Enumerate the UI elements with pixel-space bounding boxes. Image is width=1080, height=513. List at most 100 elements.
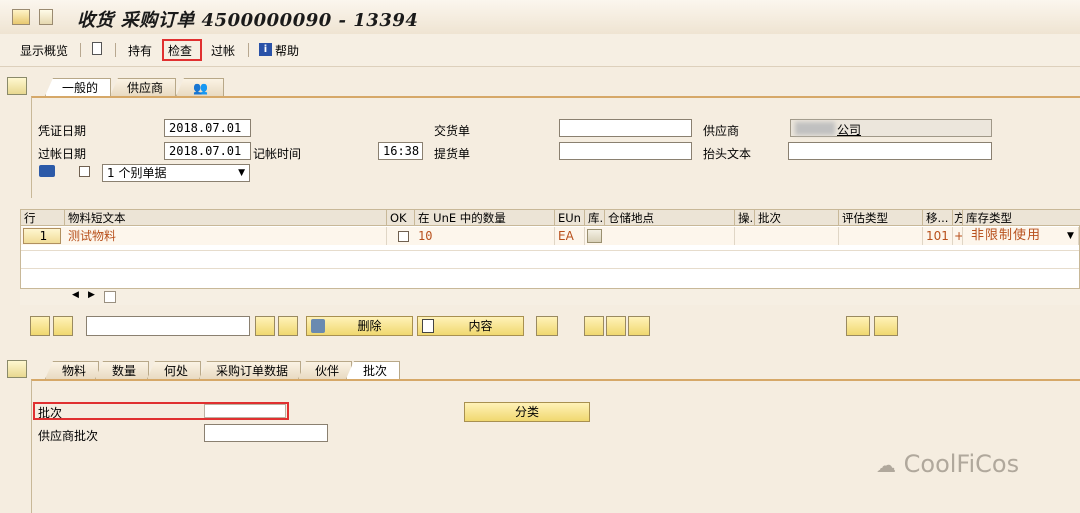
scroll-right-icon[interactable]: ▶ — [88, 290, 95, 300]
bill-of-lading-field[interactable] — [559, 142, 692, 160]
batch-label: 批次 — [38, 406, 63, 420]
scroll-left-icon[interactable]: ◀ — [72, 290, 79, 300]
item-search-input[interactable] — [86, 316, 250, 336]
distribute-icon[interactable] — [628, 316, 650, 336]
redacted-mask — [795, 122, 835, 135]
tab-batch[interactable]: 批次 — [346, 361, 401, 379]
ok-checkbox[interactable] — [398, 231, 409, 242]
help-button[interactable]: 帮助 — [275, 42, 299, 59]
horizontal-scrollbar[interactable]: ◀ ▶ — [20, 289, 1080, 305]
deselect-all-icon[interactable] — [53, 316, 73, 336]
sign-cell: + — [953, 227, 963, 245]
tab-po-data[interactable]: 采购订单数据 — [199, 361, 302, 379]
stock-type-cell[interactable]: 非限制使用 — [963, 227, 1079, 245]
content-button[interactable]: 内容 — [417, 316, 524, 336]
stock-overview-icon[interactable] — [846, 316, 870, 336]
content-label: 内容 — [468, 319, 493, 333]
header-text-field[interactable] — [788, 142, 992, 160]
record-time-field[interactable]: 16:38 — [378, 142, 423, 160]
trash-icon — [311, 319, 325, 333]
header-toggle-icon[interactable] — [7, 77, 27, 95]
tab-vendor[interactable]: 供应商 — [110, 78, 177, 96]
title-bar: 收货 采购订单 4500000090 - 13394 — [0, 0, 1080, 35]
watermark: ☁ CoolFiCos — [876, 450, 1019, 478]
column-header[interactable]: 仓储地点 — [605, 210, 735, 226]
table-row[interactable]: 1 测试物料 10 EA 101 + 非限制使用 ▼ — [21, 227, 1079, 245]
batch-cell[interactable] — [755, 227, 839, 245]
column-header[interactable]: 评估类型 — [839, 210, 923, 226]
storage-icon[interactable] — [587, 229, 602, 243]
details-icon[interactable] — [584, 316, 604, 336]
row-selector[interactable]: 1 — [23, 228, 61, 244]
tab-partner[interactable]: 伙伴 — [298, 361, 353, 379]
post-date-label: 过帐日期 — [38, 147, 87, 161]
select-all-icon[interactable] — [30, 316, 50, 336]
show-overview-button[interactable]: 显示概览 — [20, 42, 68, 59]
copy-icon[interactable] — [606, 316, 626, 336]
new-document-icon[interactable] — [92, 42, 102, 55]
column-header[interactable]: 物料短文本 — [65, 210, 387, 226]
watermark-text: CoolFiCos — [903, 450, 1020, 478]
column-header[interactable]: 操. — [735, 210, 755, 226]
tab-general[interactable]: 一般的 — [45, 78, 112, 96]
toolbar-separator — [80, 43, 81, 57]
doc-date-field[interactable]: 2018.07.01 — [164, 119, 251, 137]
delete-label: 删除 — [357, 319, 382, 333]
hold-button[interactable]: 持有 — [128, 42, 152, 59]
record-time-label: 记帐时间 — [253, 147, 302, 161]
vendor-label: 供应商 — [703, 124, 740, 138]
find-icon[interactable] — [255, 316, 275, 336]
row-divider — [21, 250, 1079, 251]
scroll-thumb[interactable] — [104, 291, 116, 303]
vendor-batch-label: 供应商批次 — [38, 429, 99, 443]
column-header[interactable]: 移... — [923, 210, 953, 226]
material-cell[interactable]: 测试物料 — [65, 227, 387, 245]
check-button[interactable]: 检查 — [168, 42, 192, 59]
batch-where-used-icon[interactable] — [874, 316, 898, 336]
post-date-field[interactable]: 2018.07.01 — [164, 142, 251, 160]
post-button[interactable]: 过帐 — [211, 42, 235, 59]
tab-partners[interactable]: 👥 — [176, 78, 224, 96]
column-header[interactable]: 批次 — [755, 210, 839, 226]
slip-select[interactable]: 1 个别单据 ▼ — [102, 164, 250, 182]
expand-icon[interactable] — [536, 316, 558, 336]
valuation-type-cell[interactable] — [839, 227, 923, 245]
storage-location-cell[interactable] — [605, 227, 735, 245]
chevron-down-icon[interactable]: ▼ — [1067, 231, 1074, 241]
bill-of-lading-label: 提货单 — [434, 147, 471, 161]
vendor-batch-field[interactable] — [204, 424, 328, 442]
classify-button[interactable]: 分类 — [464, 402, 590, 422]
column-header[interactable]: 库. — [585, 210, 605, 226]
window-menu-icon[interactable] — [39, 9, 53, 25]
column-header[interactable]: 库存类型 — [963, 210, 1080, 226]
info-icon[interactable]: i — [259, 43, 272, 56]
print-checkbox[interactable] — [79, 166, 90, 177]
column-header[interactable]: OK — [387, 210, 415, 226]
column-header[interactable]: 行 — [21, 210, 65, 226]
quantity-cell[interactable]: 10 — [415, 227, 555, 245]
row-divider — [21, 268, 1079, 269]
column-header[interactable]: EUn — [555, 210, 585, 226]
movement-type-cell[interactable]: 101 — [923, 227, 953, 245]
column-header[interactable]: 在 UnE 中的数量 — [415, 210, 555, 226]
tab-material[interactable]: 物料 — [45, 361, 100, 379]
delete-button[interactable]: 删除 — [306, 316, 413, 336]
slip-select-value: 1 个别单据 — [107, 166, 167, 180]
delivery-note-label: 交货单 — [434, 124, 471, 138]
batch-field[interactable] — [204, 404, 286, 418]
delivery-note-field[interactable] — [559, 119, 692, 137]
item-table: 行 物料短文本 OK 在 UnE 中的数量 EUn 库. 仓储地点 操. 批次 … — [20, 209, 1080, 289]
tab-where[interactable]: 何处 — [147, 361, 202, 379]
tab-quantity[interactable]: 数量 — [95, 361, 150, 379]
people-icon: 👥 — [193, 81, 208, 95]
column-header[interactable]: 方 — [953, 210, 963, 226]
document-icon — [422, 319, 434, 333]
unit-cell[interactable]: EA — [555, 227, 585, 245]
menu-icon[interactable] — [12, 9, 30, 25]
header-text-label: 抬头文本 — [703, 147, 752, 161]
detail-panel — [31, 379, 1080, 513]
application-toolbar: 显示概览 持有 检查 过帐 i 帮助 — [0, 34, 1080, 67]
find-next-icon[interactable] — [278, 316, 298, 336]
printer-icon[interactable] — [39, 165, 55, 177]
detail-toggle-icon[interactable] — [7, 360, 27, 378]
